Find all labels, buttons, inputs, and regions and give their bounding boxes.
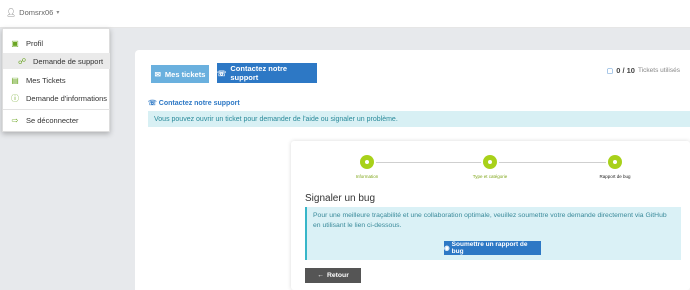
step-label: Information bbox=[355, 174, 379, 179]
info-icon: ⓘ bbox=[11, 93, 19, 103]
tab-label: Contactez notre support bbox=[230, 64, 288, 82]
user-dropdown-menu: ▣ Profil ☍ Demande de support ▤ Mes Tick… bbox=[2, 28, 110, 132]
menu-item-demande-support[interactable]: ☍ Demande de support bbox=[3, 53, 110, 69]
support-icon: ☍ bbox=[17, 56, 27, 66]
tab-mes-tickets[interactable]: ✉ Mes tickets bbox=[151, 65, 209, 83]
headset-icon: ☏ bbox=[148, 100, 157, 107]
ticket-icon: ▤ bbox=[11, 75, 19, 85]
submit-bug-report-button[interactable]: ◉ Soumettre un rapport de bug bbox=[444, 241, 541, 255]
user-menu-toggle[interactable]: 👤︎ Domsrx06 ▾ bbox=[6, 8, 59, 17]
info-bar: Vous pouvez ouvrir un ticket pour demand… bbox=[148, 111, 690, 127]
menu-item-mes-tickets[interactable]: ▤ Mes Tickets bbox=[3, 72, 110, 88]
ticket-count-icon: ▢ bbox=[606, 67, 614, 75]
tickets-icon: ✉ bbox=[154, 69, 161, 79]
section-title-text: Contactez notre support bbox=[158, 99, 240, 107]
menu-item-label: Demande d'informations bbox=[26, 93, 108, 103]
tickets-used-value: 0 / 10 bbox=[616, 66, 635, 75]
arrow-left-icon: ← bbox=[317, 272, 324, 279]
wizard-card: Information Type et catégorie Rapport de… bbox=[291, 141, 690, 290]
menu-item-logout[interactable]: ⇨ Se déconnecter bbox=[3, 112, 110, 128]
menu-item-label: Mes Tickets bbox=[26, 75, 66, 85]
tab-label: Mes tickets bbox=[164, 69, 206, 79]
user-icon: 👤︎ bbox=[6, 8, 17, 17]
button-label: Soumettre un rapport de bug bbox=[451, 241, 528, 255]
step-label: Rapport de bug bbox=[599, 174, 631, 179]
step-marker-information[interactable] bbox=[360, 155, 374, 169]
caret-down-icon: ▾ bbox=[56, 10, 60, 16]
menu-item-profil[interactable]: ▣ Profil bbox=[3, 35, 110, 51]
headset-icon: ☏ bbox=[217, 68, 227, 78]
step-marker-type-categorie[interactable] bbox=[483, 155, 497, 169]
menu-item-label: Profil bbox=[26, 38, 44, 48]
username: Domsrx06 bbox=[19, 8, 54, 17]
step-marker-rapport-bug[interactable] bbox=[608, 155, 622, 169]
menu-divider bbox=[3, 109, 110, 110]
section-title: ☏ Contactez notre support bbox=[148, 99, 240, 108]
tab-contact-support[interactable]: ☏ Contactez notre support bbox=[217, 63, 317, 83]
logout-icon: ⇨ bbox=[11, 115, 19, 125]
step-label: Type et catégorie bbox=[472, 174, 508, 179]
menu-item-label: Se déconnecter bbox=[26, 115, 79, 125]
menu-item-demande-informations[interactable]: ⓘ Demande d'informations bbox=[3, 90, 110, 106]
info-message: Pour une meilleure traçabilité et une co… bbox=[313, 212, 667, 229]
button-label: Retour bbox=[326, 272, 349, 279]
menu-item-label: Demande de support bbox=[33, 56, 104, 66]
back-button[interactable]: ← Retour bbox=[305, 268, 361, 283]
card-title: Signaler un bug bbox=[305, 193, 376, 204]
github-icon: ◉ bbox=[444, 245, 450, 252]
tickets-used-label: Tickets utilisés bbox=[637, 67, 680, 74]
briefcase-icon: ▣ bbox=[11, 38, 19, 48]
tickets-used-counter: ▢ 0 / 10 Tickets utilisés bbox=[607, 66, 680, 75]
top-navbar: 👤︎ Domsrx06 ▾ bbox=[0, 0, 690, 28]
